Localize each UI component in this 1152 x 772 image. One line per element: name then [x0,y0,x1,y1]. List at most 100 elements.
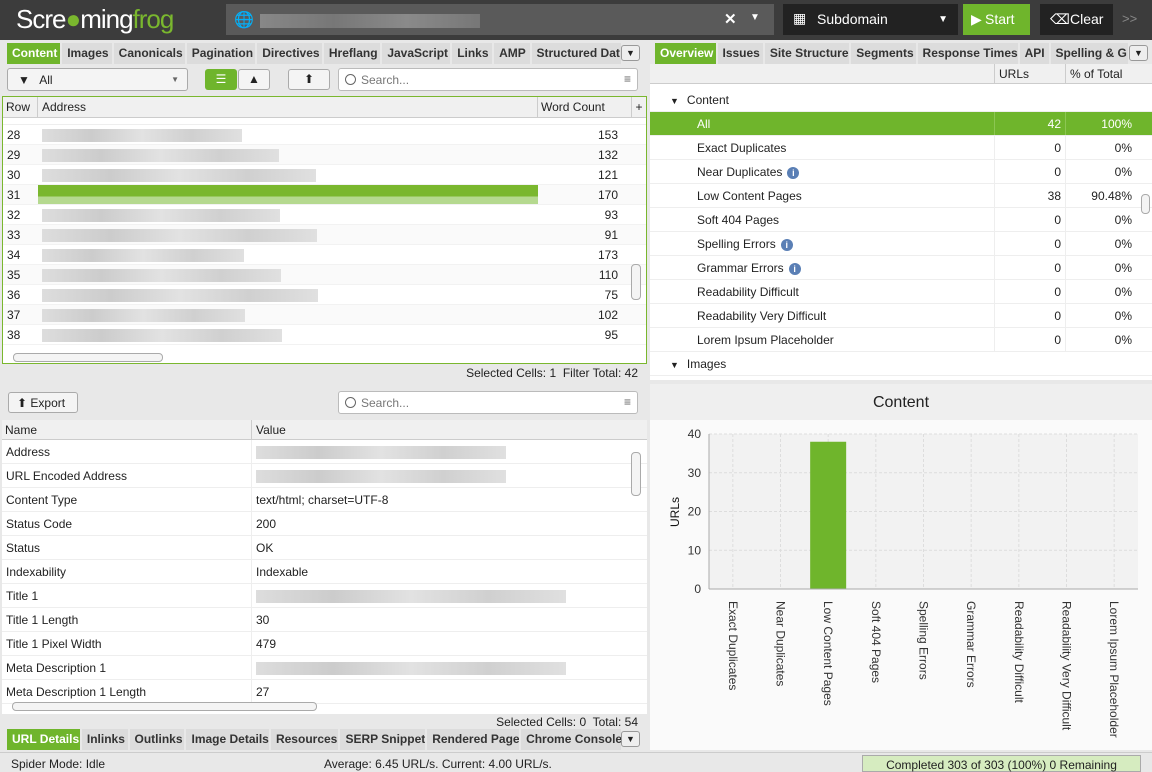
tab-site-structure[interactable]: Site Structure [764,43,850,64]
tab-response-times[interactable]: Response Times [917,43,1018,64]
info-icon[interactable]: i [787,167,800,179]
vertical-scrollbar[interactable] [631,452,641,496]
column-header-name[interactable]: Name [2,420,252,439]
table-row[interactable]: 29 132 [3,145,646,165]
table-row[interactable]: 31 170 [3,185,646,205]
tab-resources[interactable]: Resources [270,729,339,750]
table-row[interactable]: 37 102 [3,305,646,325]
tab-segments[interactable]: Segments [851,43,916,64]
clear-button[interactable]: ⌫ Clear [1040,4,1113,35]
table-row[interactable]: 35 110 [3,265,646,285]
tab-structured-dat[interactable]: Structured Dat [531,43,621,64]
add-column-button[interactable]: + [632,97,646,117]
detail-row[interactable]: Meta Description 1 [2,656,647,680]
horizontal-scrollbar[interactable] [13,353,163,362]
section-header[interactable]: ▼ Content [650,88,1152,112]
address-cell [38,265,538,284]
tab-issues[interactable]: Issues [717,43,763,64]
tab-overview[interactable]: Overview [655,43,716,64]
start-button[interactable]: ▶ Start [963,4,1030,35]
overview-row[interactable]: All 42 100% [650,112,1152,136]
url-input[interactable]: 🌐 ✕ ▼ [226,4,774,35]
table-row[interactable]: 28 153 [3,125,646,145]
detail-row[interactable]: Meta Description 1 Length 27 [2,680,647,704]
tree-view-button[interactable]: ▲ [238,69,270,90]
tab-images[interactable]: Images [62,43,112,64]
detail-row[interactable]: Status OK [2,536,647,560]
clear-url-icon[interactable]: ✕ [724,10,737,28]
search-options-icon[interactable]: ≡ [624,395,631,409]
overview-row[interactable]: Soft 404 Pages 0 0% [650,208,1152,232]
column-header-word-count[interactable]: Word Count [538,97,632,117]
detail-row[interactable]: Address [2,440,647,464]
more-button[interactable]: >> [1122,11,1137,26]
table-row[interactable]: 32 93 [3,205,646,225]
vertical-scrollbar[interactable] [631,264,641,300]
table-row[interactable]: 30 121 [3,165,646,185]
tabs-more-button[interactable]: ▼ [621,45,640,61]
detail-row[interactable]: Title 1 Length 30 [2,608,647,632]
overview-row[interactable]: Near Duplicates i 0 0% [650,160,1152,184]
overview-row[interactable]: Readability Difficult 0 0% [650,280,1152,304]
tab-directives[interactable]: Directives [257,43,322,64]
table-row[interactable]: 38 95 [3,325,646,345]
overview-row[interactable]: Readability Very Difficult 0 0% [650,304,1152,328]
column-header-value[interactable]: Value [252,420,632,439]
export-button[interactable]: ⬆ [288,69,330,90]
column-header-urls[interactable]: URLs [995,64,1066,83]
globe-icon: 🌐 [234,12,254,29]
column-header-pct[interactable]: % of Total [1066,64,1136,83]
bottom-tabs-more-button[interactable]: ▼ [621,731,640,747]
tab-content[interactable]: Content [7,43,61,64]
overview-row[interactable]: Exact Duplicates 0 0% [650,136,1152,160]
detail-row[interactable]: URL Encoded Address [2,464,647,488]
collapse-icon[interactable]: ▼ [670,96,679,106]
detail-row[interactable]: Title 1 [2,584,647,608]
tab-image-details[interactable]: Image Details [186,729,269,750]
column-header-row[interactable]: Row [3,97,38,117]
overview-row[interactable]: Low Content Pages 38 90.48% [650,184,1152,208]
bar-low-content-pages[interactable] [810,441,847,589]
tab-outlinks[interactable]: Outlinks [129,729,185,750]
filter-dropdown[interactable]: ▼ All ▼ [7,68,188,91]
tab-amp[interactable]: AMP [494,43,530,64]
tab-api[interactable]: API [1019,43,1049,64]
info-icon[interactable]: i [788,263,801,275]
overview-row[interactable]: Spelling Errors i 0 0% [650,232,1152,256]
tab-chrome-console[interactable]: Chrome Console [521,729,621,750]
tab-pagination[interactable]: Pagination [186,43,256,64]
collapse-icon[interactable]: ▼ [670,360,679,370]
tab-url-details[interactable]: URL Details [7,729,80,750]
section-header[interactable]: ▼ Images [650,352,1152,376]
details-search-input[interactable]: Search... ≡ [338,391,638,414]
x-tick-label: Lorem Ipsum Placeholder [1107,601,1121,738]
tab-javascript[interactable]: JavaScript [382,43,451,64]
tab-serp-snippet[interactable]: SERP Snippet [340,729,426,750]
info-icon[interactable]: i [780,239,793,251]
tab-spelling-g[interactable]: Spelling & G [1050,43,1128,64]
vertical-scrollbar[interactable] [1141,194,1150,214]
tab-rendered-page[interactable]: Rendered Page [427,729,520,750]
overview-row[interactable]: Grammar Errors i 0 0% [650,256,1152,280]
tab-hreflang[interactable]: Hreflang [323,43,381,64]
url-dropdown-icon[interactable]: ▼ [750,12,760,23]
tab-canonicals[interactable]: Canonicals [113,43,185,64]
mode-dropdown[interactable]: ▦ Subdomain ▼ [783,4,958,35]
tab-links[interactable]: Links [452,43,493,64]
search-input[interactable]: Search... ≡ [338,68,638,91]
table-row[interactable]: 34 173 [3,245,646,265]
list-view-button[interactable]: ☰ [205,69,237,90]
right-tabs-more-button[interactable]: ▼ [1129,45,1148,61]
table-row[interactable]: 36 75 [3,285,646,305]
detail-row[interactable]: Indexability Indexable [2,560,647,584]
horizontal-scrollbar[interactable] [12,702,317,711]
table-row[interactable]: 33 91 [3,225,646,245]
details-export-button[interactable]: ⬆ Export [8,392,78,413]
detail-row[interactable]: Content Type text/html; charset=UTF-8 [2,488,647,512]
overview-row[interactable]: Lorem Ipsum Placeholder 0 0% [650,328,1152,352]
column-header-address[interactable]: Address [38,97,538,117]
search-options-icon[interactable]: ≡ [624,72,631,86]
tab-inlinks[interactable]: Inlinks [81,729,128,750]
detail-row[interactable]: Title 1 Pixel Width 479 [2,632,647,656]
detail-row[interactable]: Status Code 200 [2,512,647,536]
